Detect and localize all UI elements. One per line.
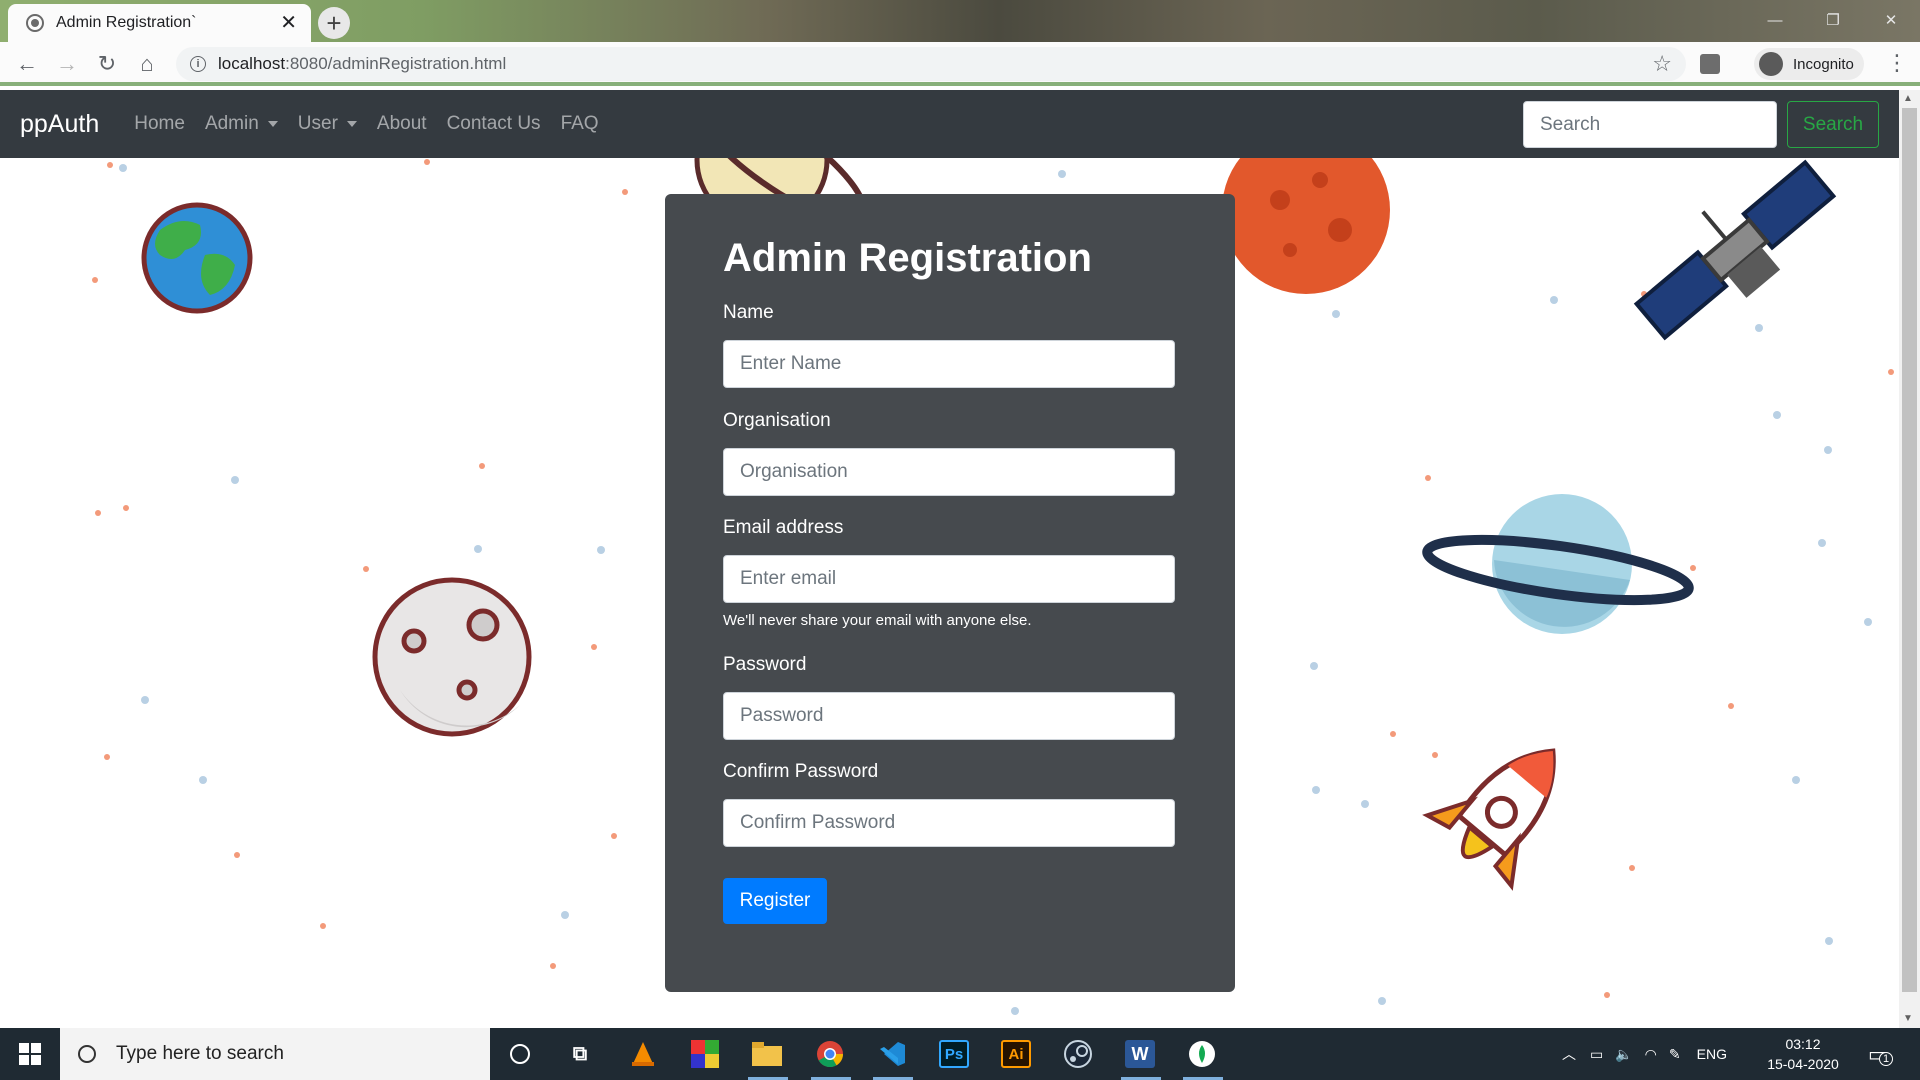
rocket-illustration bbox=[1422, 748, 1556, 891]
restore-button[interactable]: ❐ bbox=[1804, 0, 1862, 40]
email-help-text: We'll never share your email with anyone… bbox=[723, 612, 1032, 629]
scroll-down-icon[interactable]: ▼ bbox=[1903, 1013, 1913, 1024]
chevron-down-icon bbox=[346, 121, 357, 127]
language-indicator[interactable]: ENG bbox=[1697, 1046, 1727, 1062]
nav-user-dropdown[interactable]: User bbox=[298, 113, 357, 135]
forward-arrow-icon[interactable]: → bbox=[52, 50, 82, 78]
taskbar-search-placeholder: Type here to search bbox=[116, 1043, 284, 1064]
nav-faq[interactable]: FAQ bbox=[561, 113, 599, 135]
confirm-password-label: Confirm Password bbox=[723, 761, 879, 782]
clock-date: 15-04-2020 bbox=[1767, 1056, 1839, 1072]
address-bar[interactable]: i localhost:8080/adminRegistration.html … bbox=[176, 47, 1686, 81]
organisation-label: Organisation bbox=[723, 410, 831, 431]
notification-center-icon[interactable]: ▭ 1 bbox=[1868, 1028, 1893, 1080]
nav-contact-us[interactable]: Contact Us bbox=[447, 113, 541, 135]
email-input[interactable] bbox=[723, 555, 1175, 603]
chevron-down-icon bbox=[267, 121, 278, 127]
windows-taskbar: Type here to search ⧉ Ps Ai W ︿ ▭ 🔈 ◠ ✎ … bbox=[0, 1028, 1920, 1080]
close-window-button[interactable]: ✕ bbox=[1862, 0, 1920, 40]
windows-logo-icon bbox=[19, 1043, 41, 1065]
word-icon[interactable]: W bbox=[1125, 1040, 1155, 1068]
name-input[interactable] bbox=[723, 340, 1175, 388]
search-icon bbox=[78, 1045, 96, 1063]
browser-tab[interactable]: Admin Registration` ✕ bbox=[8, 4, 311, 42]
cortana-icon[interactable] bbox=[505, 1040, 535, 1068]
notification-count-badge: 1 bbox=[1879, 1051, 1893, 1066]
chrome-icon[interactable] bbox=[815, 1040, 845, 1068]
extension-icon[interactable] bbox=[1700, 54, 1720, 74]
browser-toolbar: ← → ↻ ⌂ i localhost:8080/adminRegistrati… bbox=[0, 42, 1920, 86]
battery-icon[interactable]: ▭ bbox=[1590, 1046, 1603, 1063]
window-controls: — ❐ ✕ bbox=[1746, 0, 1920, 40]
globe-icon bbox=[26, 14, 44, 32]
browser-menu-icon[interactable]: ⋮ bbox=[1886, 50, 1908, 76]
wifi-icon[interactable]: ◠ bbox=[1645, 1046, 1657, 1063]
info-icon[interactable]: i bbox=[190, 56, 206, 72]
bookmark-star-icon[interactable]: ☆ bbox=[1652, 51, 1672, 77]
clock[interactable]: 03:12 15-04-2020 bbox=[1760, 1034, 1846, 1074]
mongodb-compass-icon[interactable] bbox=[1187, 1040, 1217, 1068]
close-tab-icon[interactable]: ✕ bbox=[280, 13, 297, 33]
windows-start-button[interactable] bbox=[0, 1028, 60, 1080]
file-explorer-icon[interactable] bbox=[752, 1040, 782, 1068]
page-viewport: ppAuth Home Admin User About Contact Us … bbox=[0, 90, 1899, 1028]
name-label: Name bbox=[723, 302, 774, 323]
system-tray: ︿ ▭ 🔈 ◠ ✎ ENG bbox=[1562, 1028, 1727, 1080]
password-input[interactable] bbox=[723, 692, 1175, 740]
illustrator-icon[interactable]: Ai bbox=[1001, 1040, 1031, 1068]
tab-title: Admin Registration` bbox=[56, 14, 197, 31]
incognito-badge[interactable]: Incognito bbox=[1754, 48, 1864, 80]
confirm-password-input[interactable] bbox=[723, 799, 1175, 847]
earth-illustration bbox=[141, 202, 253, 314]
brand-logo[interactable]: ppAuth bbox=[20, 110, 99, 139]
scrollbar-thumb[interactable] bbox=[1902, 108, 1917, 992]
taskbar-search-box[interactable]: Type here to search bbox=[60, 1028, 490, 1080]
incognito-icon bbox=[1759, 52, 1783, 76]
registration-card: Admin Registration Name Organisation Ema… bbox=[665, 194, 1235, 992]
form-title: Admin Registration bbox=[723, 236, 1092, 280]
moon-illustration bbox=[372, 577, 532, 737]
back-arrow-icon[interactable]: ← bbox=[12, 50, 42, 78]
saturn-illustration bbox=[1422, 494, 1694, 634]
reload-icon[interactable]: ↻ bbox=[92, 50, 122, 78]
register-button[interactable]: Register bbox=[723, 878, 827, 924]
url-text: localhost:8080/adminRegistration.html bbox=[218, 54, 507, 73]
page-scrollbar[interactable]: ▲ ▼ bbox=[1899, 90, 1920, 1028]
volume-icon[interactable]: 🔈 bbox=[1615, 1046, 1632, 1063]
clock-time: 03:12 bbox=[1785, 1036, 1821, 1052]
vscode-icon[interactable] bbox=[877, 1040, 907, 1068]
email-label: Email address bbox=[723, 517, 844, 538]
nav-admin-dropdown[interactable]: Admin bbox=[205, 113, 278, 135]
chevron-up-icon[interactable]: ︿ bbox=[1562, 1044, 1576, 1064]
winrar-icon[interactable] bbox=[690, 1040, 720, 1068]
organisation-input[interactable] bbox=[723, 448, 1175, 496]
scroll-up-icon[interactable]: ▲ bbox=[1903, 93, 1913, 104]
incognito-label: Incognito bbox=[1793, 55, 1854, 73]
minimize-button[interactable]: — bbox=[1746, 0, 1804, 40]
photoshop-icon[interactable]: Ps bbox=[939, 1040, 969, 1068]
nav-home[interactable]: Home bbox=[134, 113, 185, 135]
navbar-search-input[interactable] bbox=[1523, 101, 1777, 148]
navbar-search-button[interactable]: Search bbox=[1787, 101, 1879, 148]
vlc-icon[interactable] bbox=[628, 1040, 658, 1068]
nav-about[interactable]: About bbox=[377, 113, 427, 135]
browser-tabstrip: Admin Registration` ✕ + — ❐ ✕ bbox=[0, 0, 1920, 42]
new-tab-button[interactable]: + bbox=[318, 7, 350, 39]
site-navbar: ppAuth Home Admin User About Contact Us … bbox=[0, 90, 1899, 158]
home-icon[interactable]: ⌂ bbox=[132, 50, 162, 78]
task-view-icon[interactable]: ⧉ bbox=[565, 1040, 595, 1068]
steam-icon[interactable] bbox=[1063, 1040, 1093, 1068]
password-label: Password bbox=[723, 654, 807, 675]
satellite-illustration bbox=[1633, 159, 1837, 341]
pen-icon[interactable]: ✎ bbox=[1669, 1046, 1681, 1063]
